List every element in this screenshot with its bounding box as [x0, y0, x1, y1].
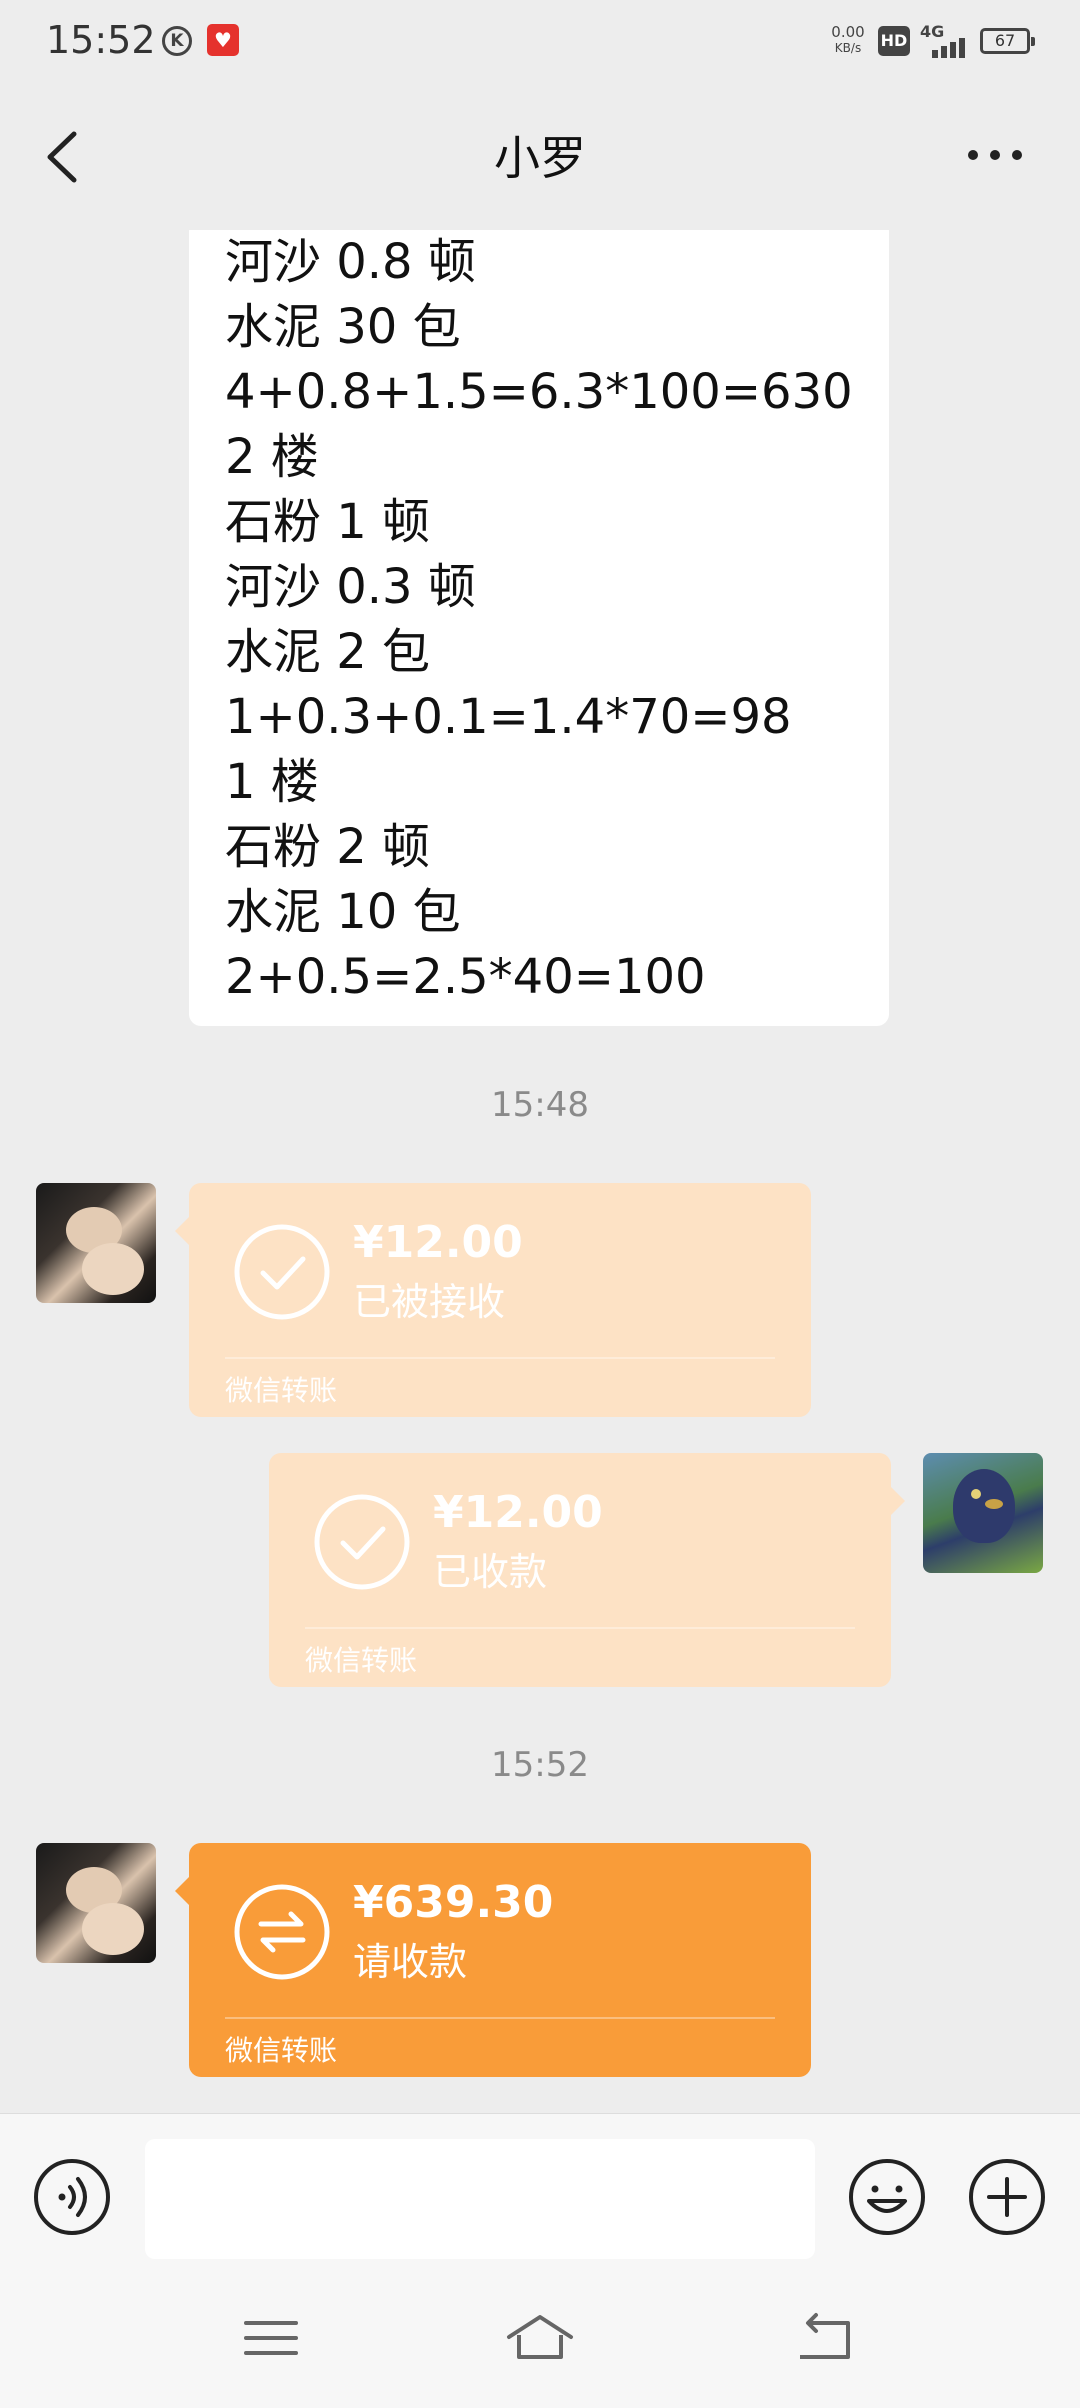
transfer-status: 已收款 [433, 1550, 548, 1594]
network-speed-unit: KB/s [834, 41, 862, 55]
message-line: 水泥 2 包 [225, 624, 431, 680]
back-nav-button[interactable] [788, 2303, 858, 2373]
transfer-amount: ¥12.00 [433, 1487, 603, 1538]
contact-avatar[interactable] [36, 1843, 156, 1963]
status-bar: 15:52 K ♥ 0.00 KB/s HD 4G 67 [0, 0, 1080, 82]
message-line: 1+0.3+0.1=1.4*70=98 [225, 689, 792, 745]
chat-title: 小罗 [494, 131, 586, 185]
more-button[interactable] [960, 130, 1030, 180]
transfer-status: 已被接收 [353, 1280, 506, 1324]
timestamp: 15:52 [491, 1745, 589, 1785]
message-line: 河沙 0.8 顿 [225, 234, 476, 290]
self-avatar[interactable] [923, 1453, 1043, 1573]
transfer-status: 请收款 [353, 1940, 468, 1984]
transfer-card-received[interactable]: ¥12.00 已被接收 微信转账 [175, 1183, 811, 1417]
check-circle-icon [313, 1493, 411, 1591]
network-type: 4G [920, 22, 945, 41]
battery-icon: 67 [980, 28, 1035, 54]
signal-icon: 4G [920, 22, 970, 58]
message-line: 水泥 30 包 [225, 299, 461, 355]
exchange-arrows-icon [233, 1883, 331, 1981]
message-line: 2 楼 [225, 429, 319, 485]
transfer-amount: ¥12.00 [353, 1217, 523, 1268]
contact-avatar[interactable] [36, 1183, 156, 1303]
system-nav-bar [0, 2263, 1080, 2408]
message-line: 石粉 2 顿 [225, 819, 431, 875]
menu-button[interactable] [236, 2303, 306, 2373]
voice-icon [34, 2159, 110, 2235]
message-line: 河沙 0.3 顿 [225, 559, 476, 615]
transfer-brand: 微信转账 [225, 2034, 338, 2067]
transfer-amount: ¥639.30 [353, 1877, 554, 1928]
message-line: 4+0.8+1.5=6.3*100=630 [225, 364, 853, 420]
transfer-brand: 微信转账 [305, 1644, 418, 1677]
status-time: 15:52 [46, 18, 156, 62]
plus-circle-icon [969, 2159, 1045, 2235]
voice-button[interactable] [32, 2157, 112, 2237]
check-circle-icon [233, 1223, 331, 1321]
chat-area[interactable]: 河沙 0.8 顿 水泥 30 包 4+0.8+1.5=6.3*100=630 2… [0, 230, 1080, 2113]
message-line: 水泥 10 包 [225, 884, 461, 940]
timestamp: 15:48 [491, 1085, 589, 1125]
heart-app-icon: ♥ [207, 24, 239, 56]
return-icon [800, 2313, 850, 2359]
k-app-icon: K [162, 26, 192, 56]
message-input[interactable] [145, 2139, 815, 2259]
more-dots-icon [968, 150, 978, 160]
input-bar [0, 2113, 1080, 2263]
chat-header: 小罗 [0, 82, 1080, 230]
message-line: 2+0.5=2.5*40=100 [225, 949, 706, 1005]
message-line: 石粉 1 顿 [225, 494, 431, 550]
emoji-button[interactable] [847, 2157, 927, 2237]
transfer-card-request[interactable]: ¥639.30 请收款 微信转账 [175, 1843, 811, 2077]
emoji-icon [849, 2159, 925, 2235]
message-bubble[interactable]: 河沙 0.8 顿 水泥 30 包 4+0.8+1.5=6.3*100=630 2… [189, 230, 889, 1026]
more-functions-button[interactable] [967, 2157, 1047, 2237]
home-icon [507, 2315, 573, 2359]
network-speed: 0.00 KB/s [826, 24, 870, 56]
network-speed-value: 0.00 [831, 23, 865, 41]
menu-icon [244, 2321, 298, 2355]
home-button[interactable] [505, 2303, 575, 2373]
message-line: 1 楼 [225, 754, 319, 810]
transfer-card-collected[interactable]: ¥12.00 已收款 微信转账 [269, 1453, 905, 1687]
transfer-brand: 微信转账 [225, 1374, 338, 1407]
hd-icon: HD [878, 26, 910, 56]
